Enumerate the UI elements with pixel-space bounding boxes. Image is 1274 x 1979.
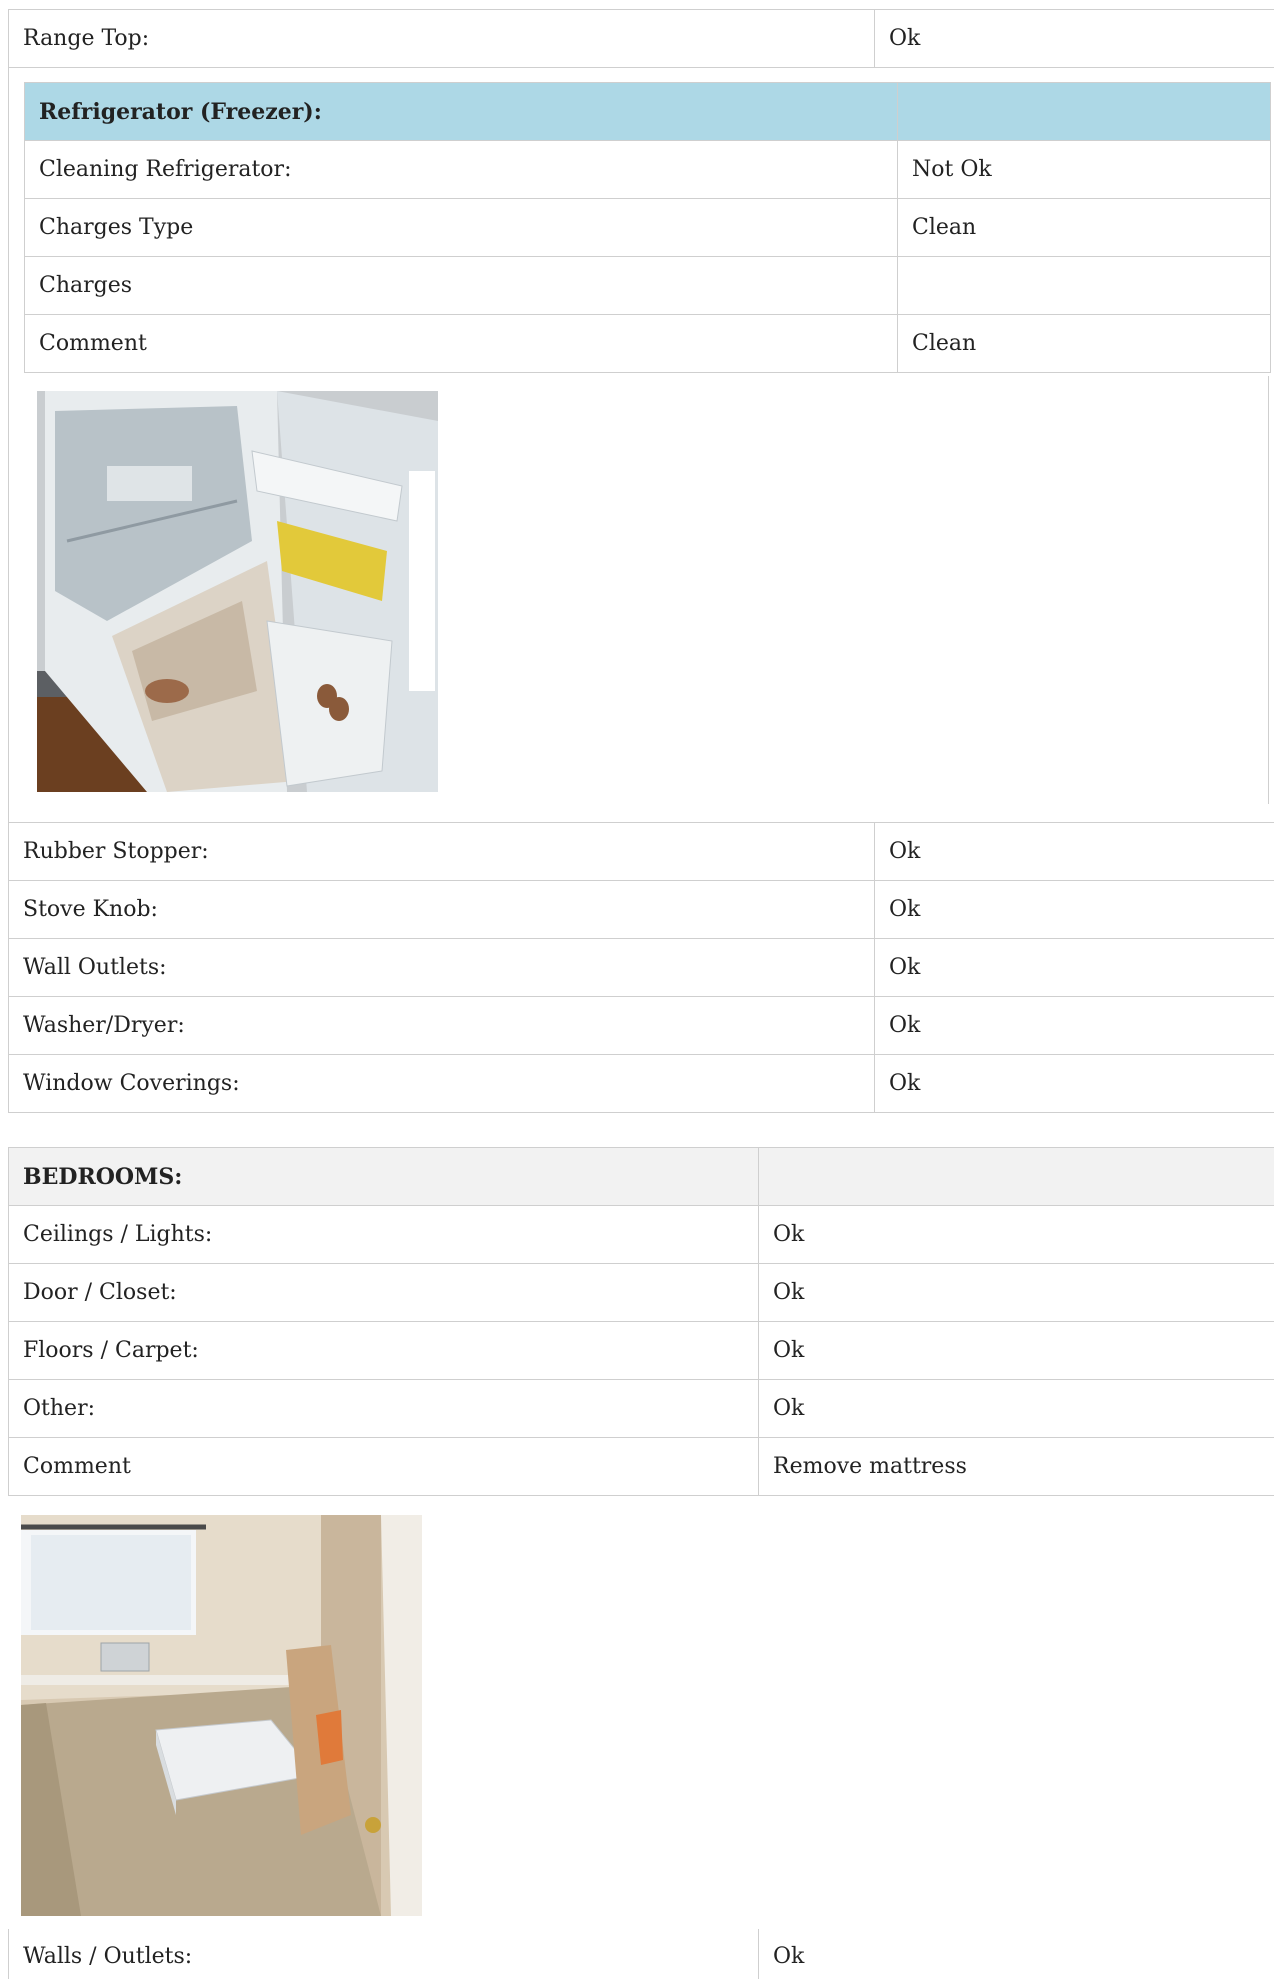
refrigerator-header-blank xyxy=(897,82,1271,141)
table-row: Ceilings / Lights: Ok xyxy=(8,1205,1274,1264)
row-label: Door / Closet: xyxy=(8,1263,759,1322)
bedrooms-table: BEDROOMS: Ceilings / Lights: Ok Door / C… xyxy=(8,1147,1274,1496)
table-row: Cleaning Refrigerator: Not Ok xyxy=(24,140,1271,199)
row-value: Ok xyxy=(874,938,1274,997)
row-value: Remove mattress xyxy=(758,1437,1274,1496)
row-value: Ok xyxy=(874,9,1274,68)
row-label: Charges Type xyxy=(24,198,898,257)
row-value: Ok xyxy=(758,1205,1274,1264)
table-row: Window Coverings: Ok xyxy=(8,1054,1274,1113)
table-row: Comment Clean xyxy=(24,314,1271,373)
bedrooms-title: BEDROOMS: xyxy=(8,1147,759,1206)
row-value: Clean xyxy=(897,314,1271,373)
row-value: Ok xyxy=(758,1263,1274,1322)
row-value: Ok xyxy=(758,1379,1274,1438)
table-row: Floors / Carpet: Ok xyxy=(8,1321,1274,1380)
bedroom-photo[interactable] xyxy=(21,1515,422,1916)
walls-row-left-border xyxy=(8,1929,9,1979)
row-label: Range Top: xyxy=(8,9,875,68)
table-row: Range Top: Ok xyxy=(8,9,1274,68)
row-value xyxy=(897,256,1271,315)
row-value: Ok xyxy=(874,1054,1274,1113)
row-value: Ok xyxy=(758,1321,1274,1380)
row-value: Not Ok xyxy=(897,140,1271,199)
walls-outlets-label: Walls / Outlets: xyxy=(23,1944,193,1969)
row-value: Ok xyxy=(874,996,1274,1055)
row-label: Washer/Dryer: xyxy=(8,996,875,1055)
row-value: Ok xyxy=(874,880,1274,939)
row-label: Window Coverings: xyxy=(8,1054,875,1113)
row-label: Comment xyxy=(24,314,898,373)
table-row: Wall Outlets: Ok xyxy=(8,938,1274,997)
row-label: Floors / Carpet: xyxy=(8,1321,759,1380)
refrigerator-table: Refrigerator (Freezer): Cleaning Refrige… xyxy=(24,82,1271,373)
row-label: Charges xyxy=(24,256,898,315)
range-top-table: Range Top: Ok xyxy=(8,9,1274,68)
table-row: Stove Knob: Ok xyxy=(8,880,1274,939)
bedrooms-header-row: BEDROOMS: xyxy=(8,1147,1274,1206)
table-row: Washer/Dryer: Ok xyxy=(8,996,1274,1055)
table-row: Charges Type Clean xyxy=(24,198,1271,257)
inner-frame-right xyxy=(1268,376,1269,804)
outer-frame-left xyxy=(8,67,9,822)
row-label: Cleaning Refrigerator: xyxy=(24,140,898,199)
refrigerator-photo[interactable] xyxy=(37,391,438,792)
walls-row-col-divider xyxy=(758,1929,759,1979)
table-row: Door / Closet: Ok xyxy=(8,1263,1274,1322)
table-row: Charges xyxy=(24,256,1271,315)
row-label: Other: xyxy=(8,1379,759,1438)
table-row: Comment Remove mattress xyxy=(8,1437,1274,1496)
row-label: Stove Knob: xyxy=(8,880,875,939)
bedrooms-header-blank xyxy=(758,1147,1274,1206)
row-value: Ok xyxy=(874,822,1274,881)
table-row: Other: Ok xyxy=(8,1379,1274,1438)
row-value: Clean xyxy=(897,198,1271,257)
row-label: Comment xyxy=(8,1437,759,1496)
row-label: Ceilings / Lights: xyxy=(8,1205,759,1264)
refrigerator-title: Refrigerator (Freezer): xyxy=(24,82,898,141)
row-label: Wall Outlets: xyxy=(8,938,875,997)
table-row: Rubber Stopper: Ok xyxy=(8,822,1274,881)
walls-outlets-value: Ok xyxy=(773,1944,805,1969)
row-label: Rubber Stopper: xyxy=(8,822,875,881)
refrigerator-header-row: Refrigerator (Freezer): xyxy=(24,82,1271,141)
kitchen-items-table: Rubber Stopper: Ok Stove Knob: Ok Wall O… xyxy=(8,822,1274,1113)
